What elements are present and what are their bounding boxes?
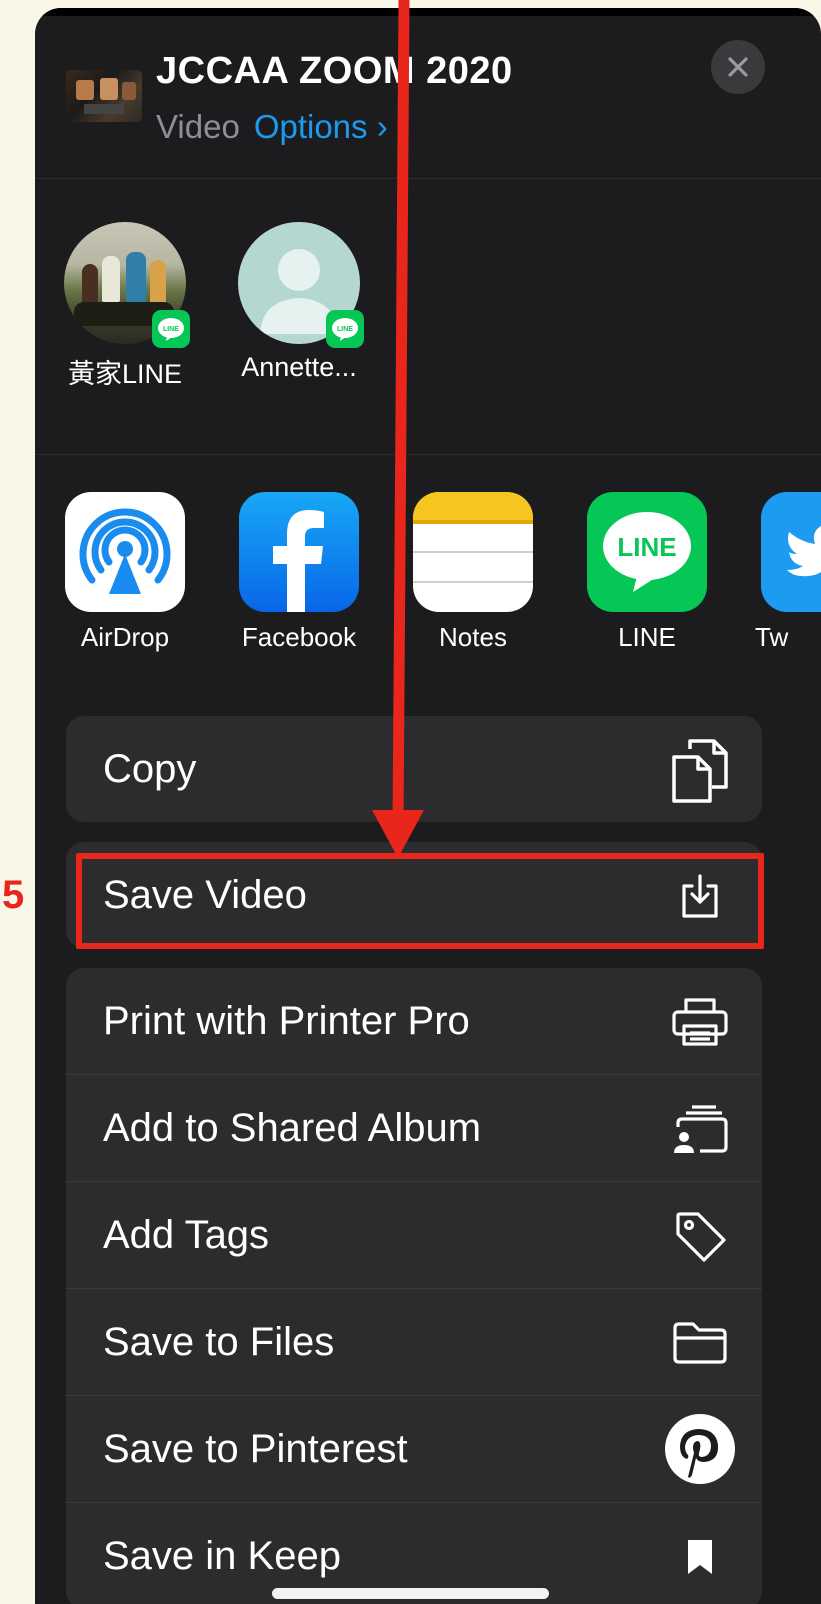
- action-label: Save to Files: [103, 1320, 335, 1364]
- print-printer-pro-action[interactable]: Print with Printer Pro: [66, 968, 762, 1075]
- options-link[interactable]: Options ›: [254, 108, 388, 145]
- action-label: Print with Printer Pro: [103, 999, 470, 1043]
- close-icon: [728, 57, 748, 77]
- app-label: AirDrop: [80, 622, 170, 652]
- bookmark-icon: [668, 1525, 732, 1589]
- contact-name: 黃家LINE: [67, 359, 183, 389]
- copy-action[interactable]: Copy: [66, 716, 762, 822]
- highlight-box: [76, 853, 764, 949]
- save-to-files-action[interactable]: Save to Files: [66, 1289, 762, 1396]
- copy-group: Copy: [66, 716, 762, 822]
- svg-text:LINE: LINE: [337, 326, 353, 333]
- app-label: Tw: [755, 622, 789, 652]
- home-indicator[interactable]: [272, 1588, 549, 1599]
- svg-text:LINE: LINE: [163, 326, 179, 333]
- app-label: Notes: [439, 622, 507, 652]
- share-header: JCCAA ZOOM 2020 Video Options ›: [35, 8, 821, 179]
- options-label: Options: [253, 108, 368, 145]
- line-badge-icon: LINE: [326, 310, 364, 348]
- chevron-right-icon: ›: [376, 108, 388, 145]
- twitter-icon: [761, 492, 821, 612]
- save-to-pinterest-action[interactable]: Save to Pinterest: [66, 1396, 762, 1503]
- app-row: AirDrop Facebook Notes LINE LINE Tw: [35, 454, 821, 710]
- item-title: JCCAA ZOOM 2020: [156, 50, 513, 92]
- printer-icon: [668, 990, 732, 1054]
- suggested-contacts: LINE 黃家LINE LINE Annette...: [35, 178, 821, 455]
- step-number: 5: [2, 873, 25, 917]
- line-badge-icon: LINE: [152, 310, 190, 348]
- copy-icon: [668, 738, 732, 803]
- tag-icon: [668, 1204, 732, 1268]
- actions-list: Print with Printer Pro Add to Shared Alb…: [66, 968, 762, 1604]
- pinterest-icon: [664, 1413, 736, 1485]
- folder-icon: [668, 1311, 732, 1375]
- notes-icon: [413, 492, 533, 612]
- contact-name: Annette...: [241, 352, 357, 382]
- add-shared-album-action[interactable]: Add to Shared Album: [66, 1075, 762, 1182]
- action-label: Add Tags: [103, 1213, 270, 1257]
- facebook-icon: [239, 492, 359, 612]
- airdrop-icon: [65, 492, 185, 612]
- share-sheet: JCCAA ZOOM 2020 Video Options › LINE 黃家LI…: [35, 8, 821, 1604]
- app-label: LINE: [618, 622, 676, 652]
- item-kind: Video: [156, 108, 240, 145]
- close-button[interactable]: [711, 40, 765, 94]
- line-app-icon: LINE: [587, 492, 707, 612]
- line-logo-text: LINE: [617, 532, 676, 562]
- shared-album-icon: [668, 1097, 732, 1161]
- action-label: Save to Pinterest: [103, 1427, 408, 1471]
- video-thumbnail: [66, 70, 142, 122]
- app-label: Facebook: [241, 622, 357, 652]
- add-tags-action[interactable]: Add Tags: [66, 1182, 762, 1289]
- item-subtitle: Video Options ›: [156, 108, 388, 146]
- action-label: Add to Shared Album: [103, 1106, 482, 1150]
- action-label: Copy: [103, 747, 197, 791]
